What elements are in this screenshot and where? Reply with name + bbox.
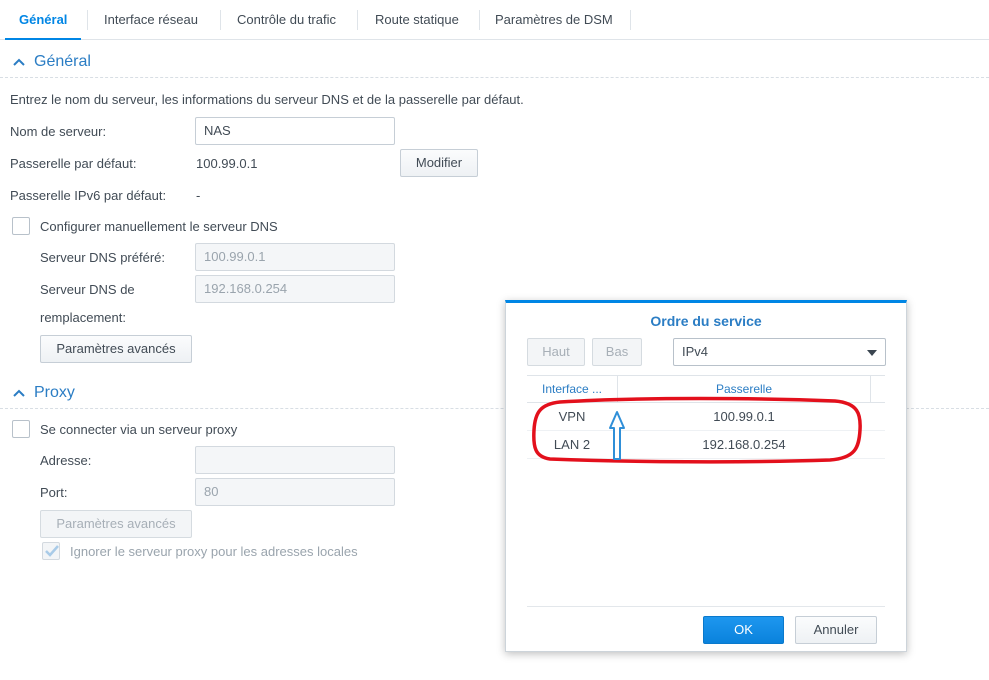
server-name-label: Nom de serveur:: [10, 124, 107, 139]
tab-divider: [220, 10, 221, 30]
row-gateway: 100.99.0.1: [713, 409, 775, 424]
proxy-port-input[interactable]: 80: [195, 478, 395, 506]
row-interface: VPN: [558, 409, 586, 424]
tab-network-interface[interactable]: Interface réseau: [90, 0, 212, 40]
general-description: Entrez le nom du serveur, les informatio…: [10, 92, 524, 107]
bypass-local-checkbox[interactable]: [42, 542, 60, 560]
proxy-connect-label: Se connecter via un serveur proxy: [40, 422, 238, 437]
default-gateway-label: Passerelle par défaut:: [10, 156, 137, 171]
manual-dns-checkbox[interactable]: [12, 217, 30, 235]
tab-general[interactable]: Général: [5, 0, 82, 40]
manual-dns-label: Configurer manuellement le serveur DNS: [40, 219, 278, 234]
column-divider: [870, 376, 871, 403]
service-order-dialog: Ordre du service Haut Bas IPv4 Interface…: [505, 300, 907, 652]
bypass-local-label: Ignorer le serveur proxy pour les adress…: [70, 544, 358, 559]
proxy-address-input[interactable]: [195, 446, 395, 474]
tab-divider: [357, 10, 358, 30]
modify-gateway-button[interactable]: Modifier: [400, 149, 478, 177]
ipv6-gateway-value: -: [196, 188, 201, 203]
proxy-connect-checkbox[interactable]: [12, 420, 30, 438]
column-gateway[interactable]: Passerelle: [618, 376, 870, 403]
row-interface: LAN 2: [553, 437, 591, 452]
chevron-up-icon: [13, 58, 25, 66]
tab-divider: [479, 10, 480, 30]
row-gateway: 192.168.0.254: [702, 437, 786, 452]
cancel-button[interactable]: Annuler: [795, 616, 877, 644]
tab-dsm-settings[interactable]: Paramètres de DSM: [481, 0, 627, 40]
tab-divider: [87, 10, 88, 30]
move-up-button[interactable]: Haut: [527, 338, 585, 366]
default-gateway-value: 100.99.0.1: [196, 156, 258, 171]
preferred-dns-input[interactable]: 100.99.0.1: [195, 243, 395, 271]
alternate-dns-label: Serveur DNS de: [40, 282, 135, 297]
proxy-address-label: Adresse:: [40, 453, 92, 468]
chevron-down-icon: [867, 350, 877, 356]
table-row[interactable]: LAN 2 192.168.0.254: [527, 431, 885, 459]
general-section-header[interactable]: Général: [0, 48, 989, 78]
tab-divider: [630, 10, 631, 30]
column-interface[interactable]: Interface ...: [527, 376, 617, 403]
tab-bar: Général Interface réseau Contrôle du tra…: [0, 0, 989, 40]
service-grid-header: Interface ... Passerelle: [527, 375, 885, 403]
alternate-dns-label-cont: remplacement:: [40, 310, 126, 325]
general-section-title: Général: [34, 53, 91, 70]
ok-button[interactable]: OK: [703, 616, 784, 644]
tab-traffic-control[interactable]: Contrôle du trafic: [223, 0, 350, 40]
protocol-select[interactable]: IPv4: [673, 338, 886, 366]
protocol-select-value: IPv4: [682, 344, 709, 359]
chevron-up-icon: [13, 389, 25, 397]
tab-static-route[interactable]: Route statique: [361, 0, 473, 40]
server-name-input[interactable]: NAS: [195, 117, 395, 145]
preferred-dns-label: Serveur DNS préféré:: [40, 250, 165, 265]
alternate-dns-input[interactable]: 192.168.0.254: [195, 275, 395, 303]
ipv6-gateway-label: Passerelle IPv6 par défaut:: [10, 188, 167, 203]
dialog-footer-divider: [527, 606, 885, 607]
proxy-port-label: Port:: [40, 485, 68, 500]
proxy-section-title: Proxy: [34, 384, 75, 401]
table-row[interactable]: VPN 100.99.0.1: [527, 403, 885, 431]
proxy-advanced-settings-button[interactable]: Paramètres avancés: [40, 510, 192, 538]
dns-advanced-settings-button[interactable]: Paramètres avancés: [40, 335, 192, 363]
move-down-button[interactable]: Bas: [592, 338, 642, 366]
dialog-title: Ordre du service: [650, 313, 762, 329]
checkmark-icon: [45, 545, 59, 557]
